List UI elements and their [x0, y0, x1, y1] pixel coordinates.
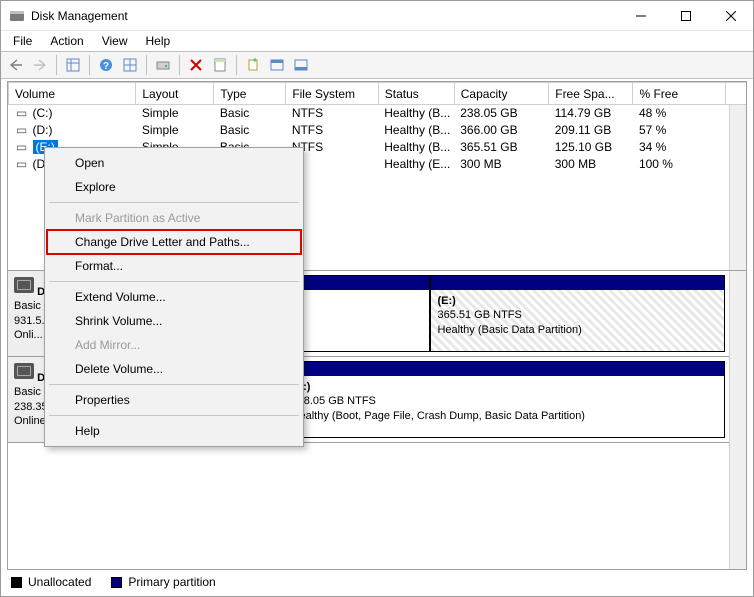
column-header[interactable]: Free Spa... [549, 83, 633, 105]
context-menu-item: Add Mirror... [47, 333, 301, 357]
disk-icon [14, 277, 34, 293]
disk-icon [14, 363, 34, 379]
help-icon[interactable]: ? [95, 54, 117, 76]
menu-bar: File Action View Help [1, 31, 753, 51]
app-icon [9, 8, 25, 24]
context-menu-item: Mark Partition as Active [47, 206, 301, 230]
back-button[interactable] [5, 54, 27, 76]
volume-scrollbar[interactable] [729, 105, 746, 270]
context-menu-item[interactable]: Properties [47, 388, 301, 412]
column-header[interactable]: Layout [136, 83, 214, 105]
column-header[interactable]: Status [378, 83, 454, 105]
context-menu-item[interactable]: Format... [47, 254, 301, 278]
context-menu: OpenExplore Mark Partition as ActiveChang… [44, 147, 304, 447]
menu-file[interactable]: File [5, 32, 40, 50]
drive-icon: ▭ [15, 140, 29, 154]
context-menu-separator [49, 202, 299, 203]
legend-unallocated-swatch [11, 577, 22, 588]
legend-primary-label: Primary partition [128, 575, 215, 589]
toolbar-new-icon[interactable] [242, 54, 264, 76]
context-menu-item[interactable]: Open [47, 151, 301, 175]
toolbar-details-icon[interactable] [62, 54, 84, 76]
context-menu-item[interactable]: Help [47, 419, 301, 443]
maximize-button[interactable] [663, 1, 708, 30]
context-menu-item[interactable]: Delete Volume... [47, 357, 301, 381]
forward-button[interactable] [29, 54, 51, 76]
context-menu-separator [49, 415, 299, 416]
toolbar-disk-bottom-icon[interactable] [290, 54, 312, 76]
toolbar-disk-top-icon[interactable] [266, 54, 288, 76]
column-header[interactable]: Capacity [454, 83, 548, 105]
drive-icon: ▭ [15, 106, 29, 120]
context-menu-item[interactable]: Extend Volume... [47, 285, 301, 309]
delete-icon[interactable] [185, 54, 207, 76]
menu-view[interactable]: View [94, 32, 136, 50]
minimize-button[interactable] [618, 1, 663, 30]
column-header[interactable]: % Free [633, 83, 725, 105]
column-header[interactable]: File System [286, 83, 378, 105]
context-menu-item[interactable]: Change Drive Letter and Paths... [47, 230, 301, 254]
window-title: Disk Management [31, 9, 618, 23]
title-bar: Disk Management [1, 1, 753, 31]
disk-scrollbar[interactable] [729, 271, 746, 569]
properties-icon[interactable] [209, 54, 231, 76]
drive-icon: ▭ [15, 157, 29, 171]
volume-row[interactable]: ▭(D:)SimpleBasicNTFSHealthy (B...366.00 … [9, 122, 747, 139]
column-header[interactable]: Volume [9, 83, 136, 105]
toolbar-drive-icon[interactable] [152, 54, 174, 76]
drive-icon: ▭ [15, 123, 29, 137]
menu-action[interactable]: Action [42, 32, 91, 50]
column-header[interactable]: Type [214, 83, 286, 105]
partition[interactable]: (C:)238.05 GB NTFSHealthy (Boot, Page Fi… [285, 361, 725, 438]
toolbar: ? [1, 51, 753, 79]
legend-primary-swatch [111, 577, 122, 588]
svg-text:?: ? [103, 61, 109, 72]
legend-bar: Unallocated Primary partition [7, 572, 747, 592]
toolbar-table-icon[interactable] [119, 54, 141, 76]
context-menu-separator [49, 281, 299, 282]
context-menu-item[interactable]: Explore [47, 175, 301, 199]
close-button[interactable] [708, 1, 753, 30]
legend-unallocated-label: Unallocated [28, 575, 91, 589]
context-menu-item[interactable]: Shrink Volume... [47, 309, 301, 333]
volume-row[interactable]: ▭(C:)SimpleBasicNTFSHealthy (B...238.05 … [9, 105, 747, 122]
context-menu-separator [49, 384, 299, 385]
menu-help[interactable]: Help [138, 32, 179, 50]
partition[interactable]: (E:)365.51 GB NTFSHealthy (Basic Data Pa… [430, 275, 725, 352]
